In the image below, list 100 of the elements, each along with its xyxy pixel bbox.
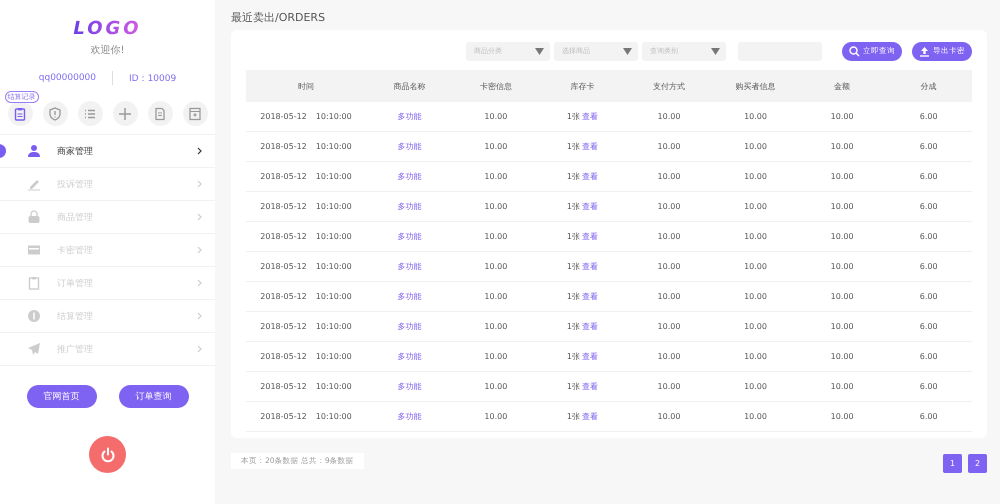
table-cell: 6.00	[885, 162, 972, 192]
table-cell: 10.00	[798, 312, 886, 342]
table-cell: 10.00	[712, 252, 799, 282]
product-link[interactable]: 多功能	[366, 132, 453, 162]
page-button[interactable]: 2	[968, 454, 987, 473]
table-cell: 6.00	[885, 282, 972, 312]
table-cell: 10.00	[452, 192, 540, 222]
dropdown-arrow-icon	[623, 48, 632, 54]
column-header: 分成	[885, 70, 972, 102]
table-cell: 6.00	[885, 312, 972, 342]
product-link[interactable]: 多功能	[366, 312, 453, 342]
nav-button[interactable]: 官网首页	[26, 385, 96, 408]
view-link[interactable]: 查看	[582, 382, 598, 391]
table-cell: 10.00	[798, 252, 886, 282]
stock-count: 1张	[566, 352, 580, 361]
archive-icon[interactable]	[182, 101, 208, 126]
table-cell: 10.00	[798, 192, 886, 222]
table-cell: 10.00	[626, 282, 712, 312]
product-link[interactable]: 多功能	[366, 252, 453, 282]
view-link[interactable]: 查看	[582, 202, 598, 211]
chevron-icon	[197, 246, 203, 254]
product-link[interactable]: 多功能	[366, 162, 453, 192]
view-link[interactable]: 查看	[582, 292, 598, 301]
search-icon	[849, 46, 860, 56]
view-link[interactable]: 查看	[582, 112, 598, 121]
table-cell: 10.00	[798, 342, 886, 372]
date-text: 2018-05-12	[260, 292, 307, 301]
product-link[interactable]: 多功能	[366, 282, 453, 312]
welcome-text: 欢迎你!	[90, 44, 124, 57]
page-title: 最近卖出/ORDERS	[231, 10, 326, 26]
stock-count: 1张	[566, 172, 580, 181]
product-link[interactable]: 多功能	[366, 402, 453, 432]
table-cell: 10.00	[798, 132, 886, 162]
table-cell: 10.00	[798, 102, 886, 132]
table-cell: 10.00	[712, 102, 799, 132]
user-icon	[27, 144, 41, 158]
table-cell: 10.00	[626, 252, 712, 282]
power-icon	[98, 446, 116, 464]
date-text: 2018-05-12	[260, 202, 307, 211]
table-cell: 10.00	[712, 132, 799, 162]
power-button[interactable]	[89, 436, 126, 473]
table-cell: 10.00	[712, 162, 799, 192]
view-link[interactable]: 查看	[582, 172, 598, 181]
table-cell: 10.00	[798, 282, 886, 312]
table-cell: 10.00	[626, 222, 712, 252]
time-text: 10:10:00	[316, 322, 352, 331]
product-link[interactable]: 多功能	[366, 102, 453, 132]
table-cell: 6.00	[885, 102, 972, 132]
product-link[interactable]: 多功能	[366, 342, 453, 372]
column-header: 时间	[246, 70, 366, 102]
stock-count: 1张	[566, 382, 580, 391]
stock-count: 1张	[566, 412, 580, 421]
date-text: 2018-05-12	[260, 142, 307, 151]
page-button[interactable]: 1	[943, 454, 962, 473]
document-icon[interactable]	[148, 101, 172, 126]
table-cell: 10.00	[712, 282, 799, 312]
user-id: ID：10009	[129, 72, 176, 84]
table-cell: 10.00	[626, 192, 712, 222]
chevron-icon	[197, 180, 203, 188]
time-text: 10:10:00	[316, 112, 352, 121]
plus-icon[interactable]	[112, 101, 138, 126]
table-cell: 10.00	[712, 192, 799, 222]
chevron-icon	[197, 312, 203, 320]
chevron-icon	[197, 279, 203, 287]
date-text: 2018-05-12	[260, 262, 307, 271]
view-link[interactable]: 查看	[582, 232, 598, 241]
list-icon[interactable]	[78, 101, 102, 126]
nav-button[interactable]: 订单查询	[118, 385, 188, 408]
view-link[interactable]: 查看	[582, 322, 598, 331]
stock-count: 1张	[566, 202, 580, 211]
stock-count: 1张	[566, 232, 580, 241]
view-link[interactable]: 查看	[582, 412, 598, 421]
product-link[interactable]: 多功能	[366, 372, 453, 402]
chevron-icon	[197, 213, 203, 221]
table-cell: 10.00	[452, 402, 540, 432]
table-cell: 10.00	[452, 132, 540, 162]
product-link[interactable]: 多功能	[366, 222, 453, 252]
table-cell: 10.00	[626, 342, 712, 372]
table-cell: 10.00	[712, 402, 799, 432]
shield-icon[interactable]	[42, 101, 68, 126]
table-cell: 10.00	[452, 372, 540, 402]
view-link[interactable]: 查看	[582, 352, 598, 361]
table-cell: 6.00	[885, 132, 972, 162]
view-link[interactable]: 查看	[582, 142, 598, 151]
view-link[interactable]: 查看	[582, 262, 598, 271]
table-cell: 10.00	[452, 252, 540, 282]
date-text: 2018-05-12	[260, 322, 307, 331]
nav-item[interactable]: 商家管理	[0, 135, 215, 168]
date-text: 2018-05-12	[260, 232, 307, 241]
table-cell: 10.00	[798, 222, 886, 252]
clipboard-icon[interactable]	[8, 101, 32, 126]
table-cell: 10.00	[626, 162, 712, 192]
product-link[interactable]: 多功能	[366, 192, 453, 222]
plane-icon	[27, 342, 41, 356]
table-cell: 10.00	[452, 282, 540, 312]
stock-count: 1张	[566, 292, 580, 301]
column-header: 购买者信息	[712, 70, 799, 102]
time-text: 10:10:00	[316, 202, 352, 211]
table-cell: 10.00	[712, 372, 799, 402]
account-name: qq00000000	[38, 73, 96, 83]
